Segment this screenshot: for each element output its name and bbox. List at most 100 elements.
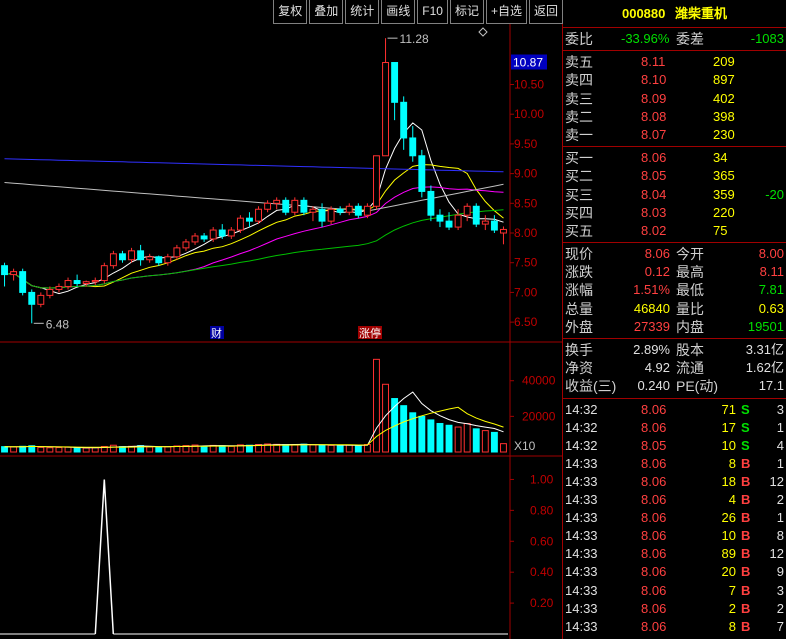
sell-level-volume: 209	[713, 54, 735, 70]
sell-level-label: 卖二	[565, 108, 593, 125]
tick-row[interactable]: 14:33 8.06 8 B 7	[563, 618, 786, 636]
tick-row[interactable]: 14:33 8.06 10 B 8	[563, 527, 786, 545]
buy-level-volume: 75	[713, 222, 728, 238]
tick-row[interactable]: 14:32 8.06 17 S 1	[563, 419, 786, 437]
candle-body	[490, 220, 498, 231]
toolbar-button-3[interactable]: 画线	[381, 0, 416, 24]
volume-axis-label: 20000	[522, 409, 556, 423]
tick-row[interactable]: 14:33 8.06 18 B 12	[563, 473, 786, 491]
candle-body	[100, 265, 108, 282]
buy-level-row[interactable]: 买二 8.05 365	[563, 167, 786, 185]
candle-body	[373, 155, 380, 207]
volume-bar	[146, 446, 154, 453]
volume-bar	[55, 447, 63, 453]
volume-bar	[291, 444, 299, 453]
stock-title: 000880 潍柴重机	[563, 0, 786, 28]
tick-count: 2	[776, 492, 784, 508]
tick-price: 8.06	[641, 528, 667, 544]
sell-level-row[interactable]: 卖三 8.09 402	[563, 90, 786, 108]
tick-price: 8.06	[641, 618, 667, 634]
candle-body	[55, 285, 63, 290]
candle-body	[200, 235, 208, 240]
candle-body	[182, 241, 190, 249]
toolbar-button-2[interactable]: 统计	[345, 0, 380, 24]
buy-level-row[interactable]: 买四 8.03 220	[563, 204, 786, 222]
tick-price: 8.06	[641, 419, 667, 435]
indicator-axis-label: 0.20	[530, 596, 554, 610]
volume-bar	[282, 444, 290, 453]
tick-row[interactable]: 14:33 8.06 8 B 1	[563, 455, 786, 473]
tick-row[interactable]: 14:33 8.06 26 B 1	[563, 509, 786, 527]
toolbar-button-4[interactable]: F10	[417, 0, 448, 24]
candle-body	[255, 208, 262, 222]
volume-bar	[418, 415, 426, 453]
event-marker-limit-up: 涨停	[359, 326, 381, 340]
toolbar-button-5[interactable]: 标记	[449, 0, 484, 24]
buy-level-label: 买三	[565, 186, 593, 203]
candle-body	[46, 288, 54, 296]
fundamental-value: 4.92	[644, 360, 670, 376]
wei-cha-value: -1083	[750, 31, 784, 46]
candle-body	[191, 235, 199, 243]
toolbar-button-7[interactable]: 返回	[528, 0, 563, 24]
candle-body	[91, 280, 99, 283]
buy-level-price: 8.03	[641, 204, 667, 220]
volume-bar	[400, 405, 408, 453]
tick-count: 8	[776, 528, 784, 544]
tick-volume: 17	[721, 419, 736, 435]
stat-row: 涨幅 1.51% 最低 7.81	[563, 281, 786, 299]
tick-row[interactable]: 14:33 8.06 89 B 12	[563, 545, 786, 563]
tick-side: B	[741, 492, 751, 508]
candle-body	[282, 199, 290, 213]
candle-body	[1, 265, 8, 276]
tick-row[interactable]: 14:32 8.05 10 S 4	[563, 437, 786, 455]
sell-level-row[interactable]: 卖五 8.11 209	[563, 53, 786, 71]
tick-row[interactable]: 14:33 8.06 2 B 2	[563, 600, 786, 618]
toolbar-button-1[interactable]: 叠加	[309, 0, 344, 24]
fundamental-value: 2.89%	[633, 342, 670, 357]
tick-time: 14:32	[565, 419, 598, 435]
tick-time: 14:33	[565, 564, 598, 580]
buy-level-row[interactable]: 买一 8.06 34	[563, 149, 786, 167]
toolbar-button-0[interactable]: 复权	[273, 0, 308, 24]
sell-level-row[interactable]: 卖四 8.10 897	[563, 71, 786, 89]
buy-level-row[interactable]: 买三 8.04 359 -20	[563, 186, 786, 204]
sell-level-row[interactable]: 卖一 8.07 230	[563, 126, 786, 144]
tick-row[interactable]: 14:33 8.06 20 B 9	[563, 563, 786, 581]
stat-label: 量比	[676, 300, 704, 317]
volume-bar	[10, 446, 18, 453]
sell-level-price: 8.09	[641, 90, 667, 106]
volume-bar	[64, 446, 72, 453]
price-stats: 现价 8.06 今开 8.00 涨跌 0.12 最高 8.11 涨幅 1.51% 最低 7.81 总量 4…	[563, 243, 786, 339]
kline-chart-area[interactable]: 10.50 10.00 9.50 9.00 8.50 8.00 7.50 7.00 6.50 10…	[0, 24, 563, 639]
stat-row: 总量 46840 量比 0.63	[563, 300, 786, 318]
toolbar-button-6[interactable]: +自选	[485, 0, 527, 24]
candle-body	[19, 271, 27, 293]
price-axis-label: 10.50	[514, 77, 544, 91]
low-price-label: 6.48	[46, 317, 70, 331]
candle-body	[418, 155, 426, 192]
sell-level-row[interactable]: 卖二 8.08 398	[563, 108, 786, 126]
tick-list[interactable]: 14:32 8.06 71 S 3 14:32 8.06 17 S 1 14:32 8.05 10 S 4 1…	[563, 399, 786, 638]
volume-bar	[46, 447, 54, 453]
buy-level-row[interactable]: 买五 8.02 75	[563, 222, 786, 240]
tick-count: 9	[776, 564, 784, 580]
buy-level-price: 8.02	[641, 222, 667, 238]
candle-body	[236, 217, 244, 231]
kline-chart[interactable]: 10.50 10.00 9.50 9.00 8.50 8.00 7.50 7.00 6.50 10…	[0, 24, 562, 639]
candle-body	[382, 62, 389, 157]
tick-volume: 71	[721, 401, 736, 417]
tick-row[interactable]: 14:33 8.06 7 B 3	[563, 582, 786, 600]
sell-level-label: 卖四	[565, 72, 593, 89]
fundamental-row: 换手 2.89% 股本 3.31亿	[563, 341, 786, 359]
tick-time: 14:33	[565, 600, 598, 616]
buy-order-book: 买一 8.06 34 买二 8.05 365 买三 8.04 359 -20 买四 8.03 220 买五…	[563, 147, 786, 244]
sell-level-price: 8.10	[641, 72, 667, 88]
tick-row[interactable]: 14:33 8.06 4 B 2	[563, 491, 786, 509]
high-price-label: 11.28	[400, 32, 429, 46]
tick-row[interactable]: 14:32 8.06 71 S 3	[563, 401, 786, 419]
stat-label: 今开	[676, 246, 704, 263]
tick-time: 14:33	[565, 528, 598, 544]
fundamental-label: 股本	[676, 342, 704, 358]
fundamentals: 换手 2.89% 股本 3.31亿 净资 4.92 流通 1.62亿 收益(三) 0.240 PE(…	[563, 339, 786, 399]
